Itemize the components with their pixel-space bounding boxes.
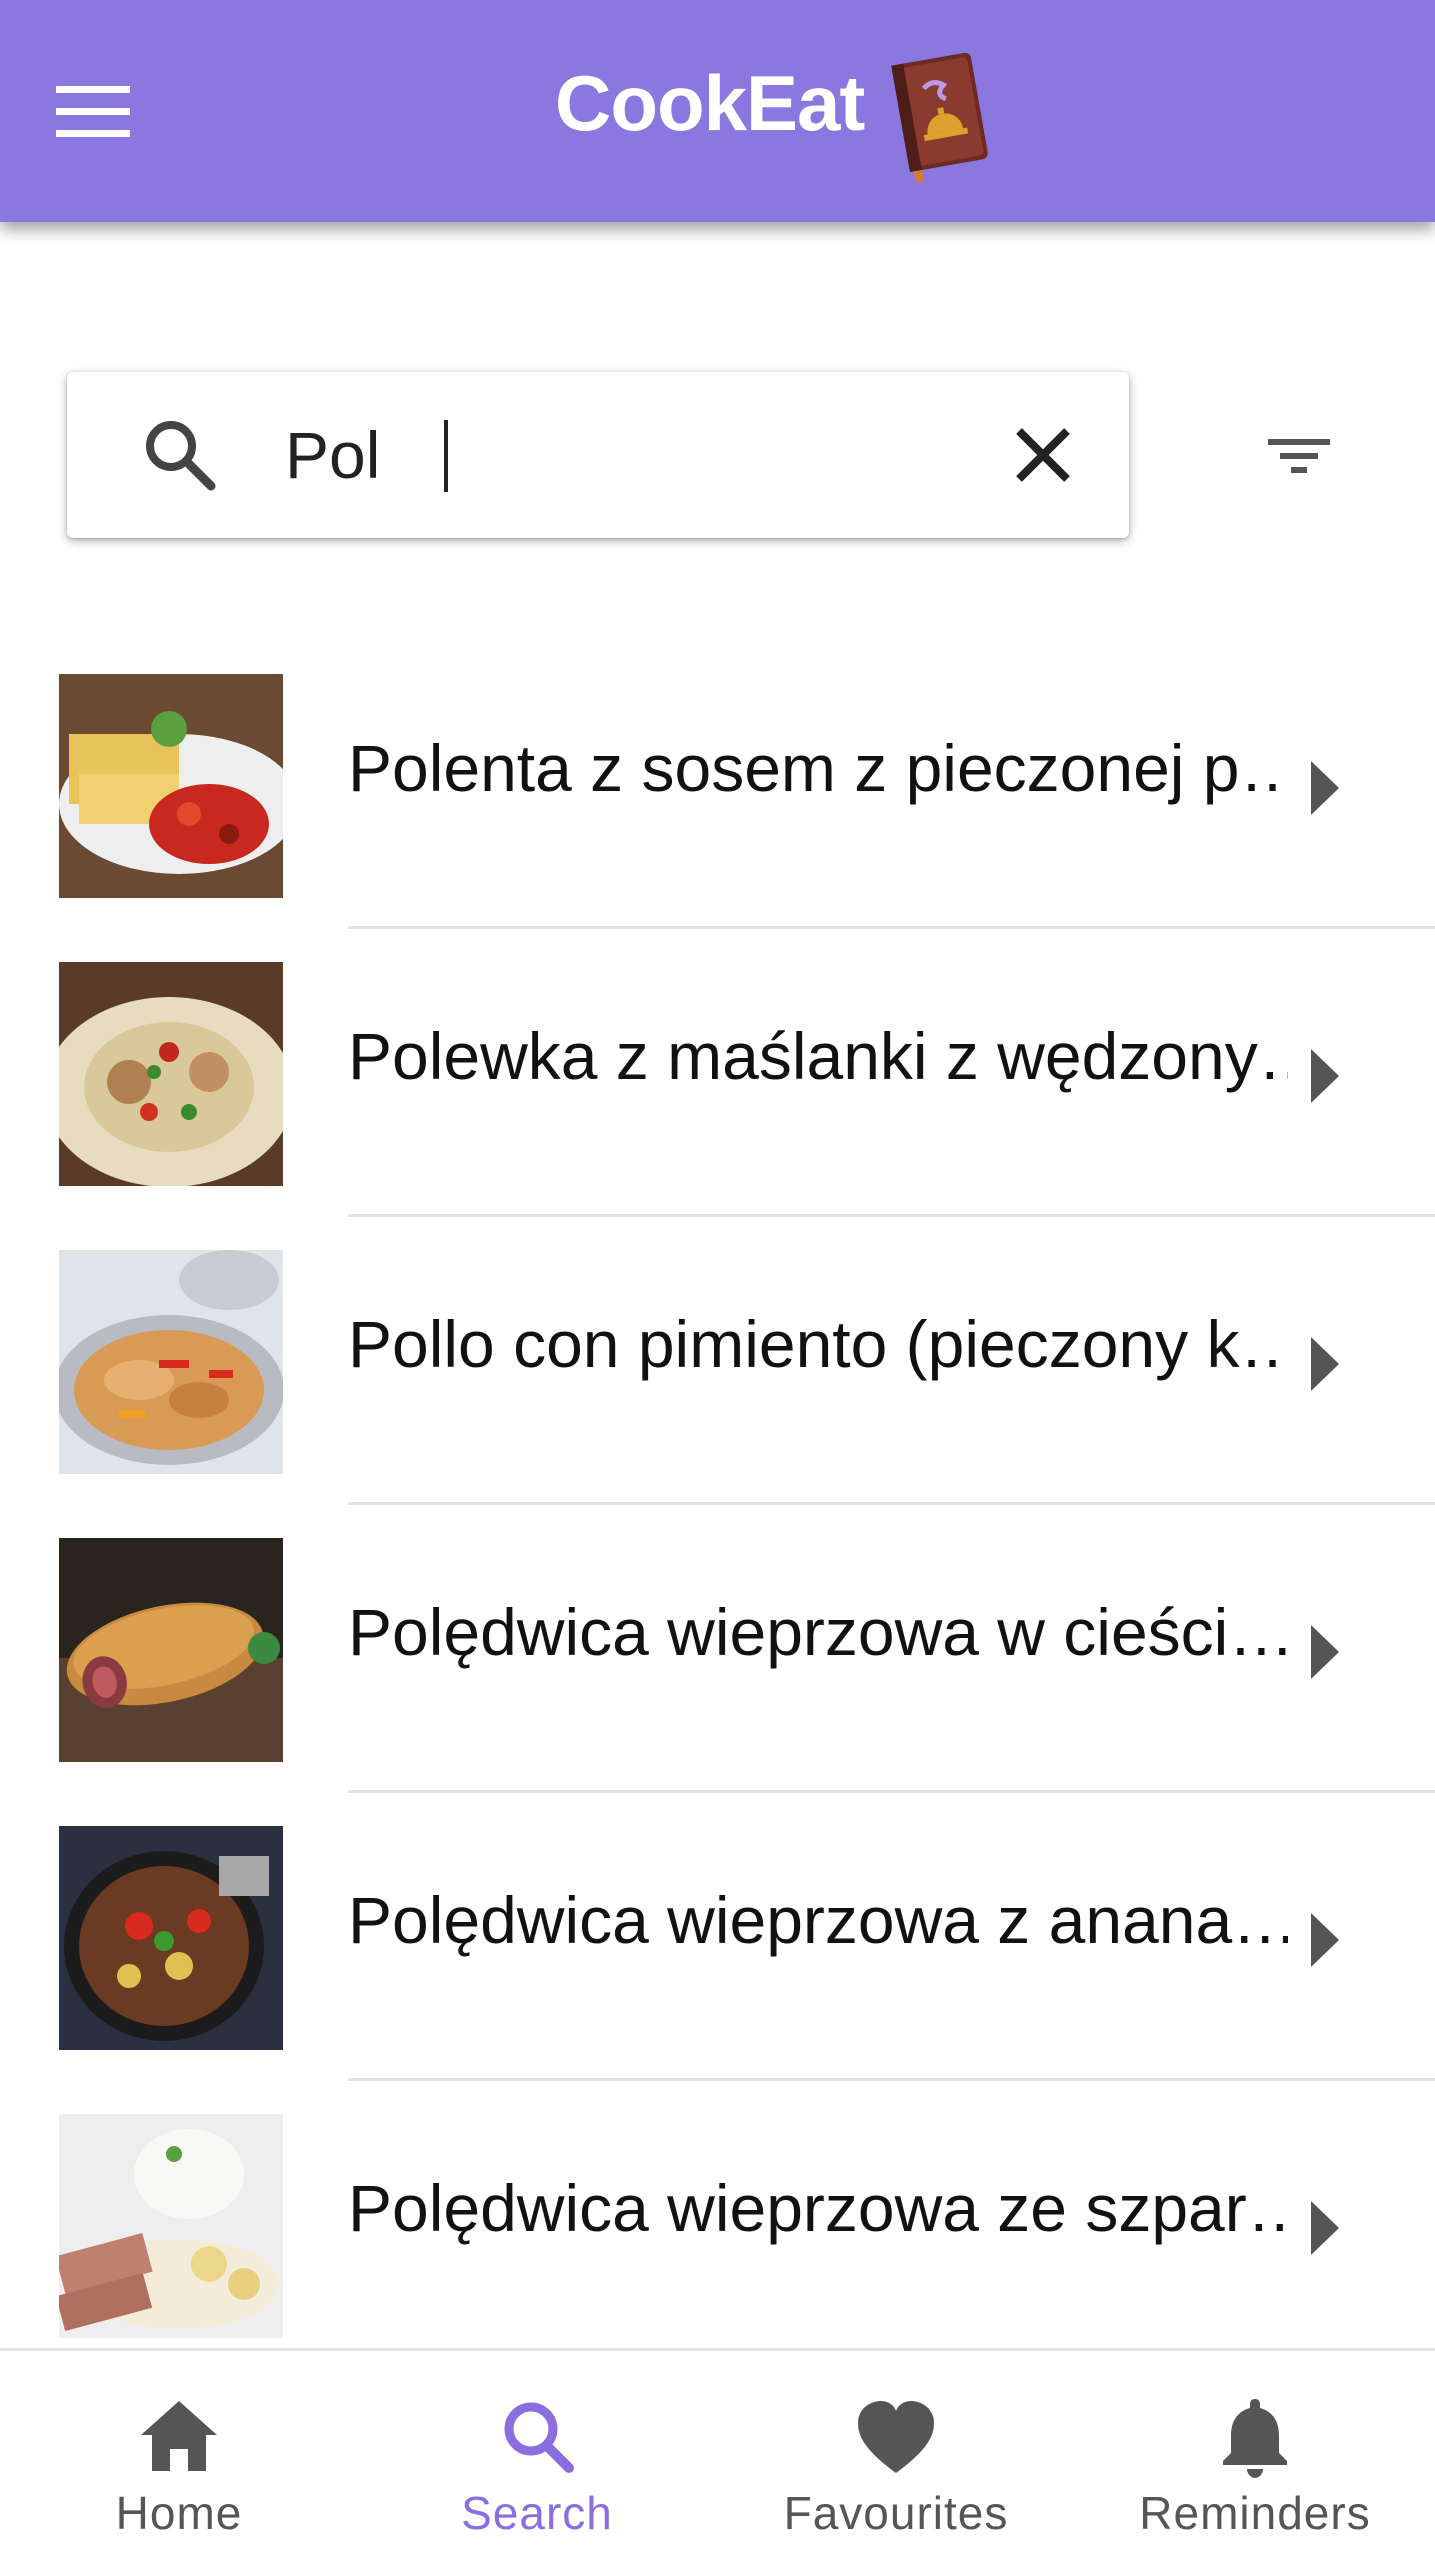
recipe-title: Polędwica wieprzowa w cieści… <box>348 1595 1288 1669</box>
chevron-right-icon <box>1305 755 1345 821</box>
nav-search[interactable]: Search <box>358 2351 716 2575</box>
recipe-title: Polewka z maślanki z wędzony… <box>348 1019 1288 1093</box>
chevron-right-icon <box>1305 1907 1345 1973</box>
recipe-title: Pollo con pimiento (pieczony k… <box>348 1307 1288 1381</box>
list-item[interactable]: Polędwica wieprzowa z anana… <box>0 1812 1435 2100</box>
list-item[interactable]: Pollo con pimiento (pieczony k… <box>0 1236 1435 1524</box>
divider <box>348 1502 1435 1505</box>
list-item[interactable]: Polędwica wieprzowa w cieści… <box>0 1524 1435 1812</box>
recipe-thumbnail <box>59 962 283 1186</box>
search-bar <box>67 372 1129 538</box>
recipe-thumbnail <box>59 1826 283 2050</box>
text-caret <box>444 420 448 492</box>
bottom-navigation: Home Search Favourites Reminders <box>0 2348 1435 2575</box>
divider <box>348 2078 1435 2081</box>
nav-reminders[interactable]: Reminders <box>1076 2351 1434 2575</box>
close-icon[interactable] <box>995 407 1091 503</box>
list-item[interactable]: Polenta z sosem z pieczonej p… <box>0 660 1435 948</box>
heart-icon <box>846 2391 946 2481</box>
recipe-title: Polędwica wieprzowa ze szpar… <box>348 2171 1288 2245</box>
nav-label: Favourites <box>783 2487 1009 2539</box>
list-item[interactable]: Polędwica wieprzowa ze szpar… <box>0 2100 1435 2388</box>
bell-icon <box>1205 2391 1305 2481</box>
recipe-thumbnail <box>59 2114 283 2338</box>
chevron-right-icon <box>1305 1043 1345 1109</box>
nav-label: Reminders <box>1139 2487 1371 2539</box>
search-icon <box>487 2391 587 2481</box>
divider <box>348 926 1435 929</box>
chevron-right-icon <box>1305 1331 1345 1397</box>
nav-label: Home <box>115 2487 243 2539</box>
search-input[interactable] <box>285 407 985 503</box>
chevron-right-icon <box>1305 1619 1345 1685</box>
recipe-thumbnail <box>59 674 283 898</box>
filter-icon[interactable] <box>1244 405 1354 505</box>
recipe-thumbnail <box>59 1250 283 1474</box>
nav-home[interactable]: Home <box>0 2351 358 2575</box>
recipe-title: Polędwica wieprzowa z anana… <box>348 1883 1288 1957</box>
nav-label: Search <box>461 2487 613 2539</box>
recipe-thumbnail <box>59 1538 283 1762</box>
results-list: Polenta z sosem z pieczonej p… Polewka z… <box>0 660 1435 2388</box>
divider <box>348 1214 1435 1217</box>
app-title: CookEat <box>555 59 865 147</box>
home-icon <box>129 2391 229 2481</box>
cookbook-logo-icon <box>880 42 1000 186</box>
search-icon <box>139 414 221 496</box>
divider <box>348 1790 1435 1793</box>
chevron-right-icon <box>1305 2195 1345 2261</box>
recipe-title: Polenta z sosem z pieczonej p… <box>348 731 1288 805</box>
app-bar: CookEat <box>0 0 1435 222</box>
hamburger-menu-icon[interactable] <box>48 72 138 152</box>
nav-favourites[interactable]: Favourites <box>717 2351 1075 2575</box>
list-item[interactable]: Polewka z maślanki z wędzony… <box>0 948 1435 1236</box>
